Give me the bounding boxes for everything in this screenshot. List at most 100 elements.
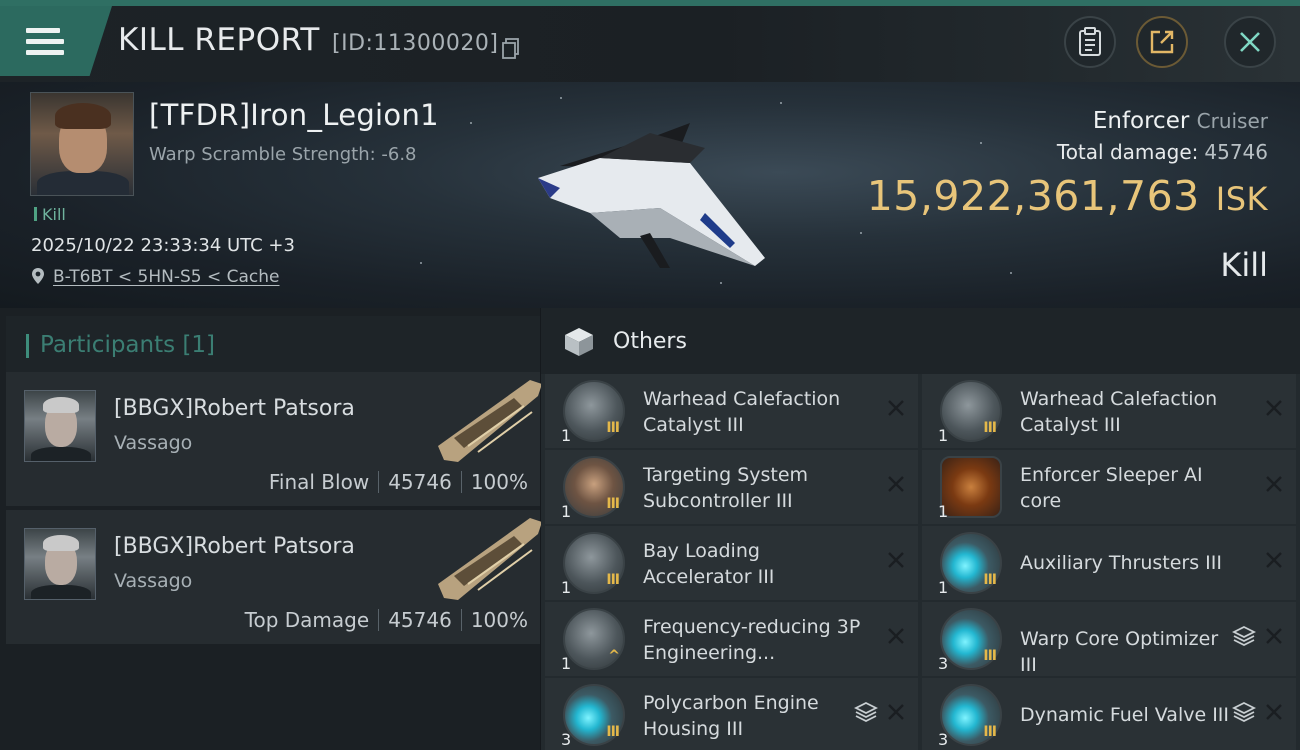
engineering-chip-icon: ^ [563, 608, 625, 670]
tech-rank: III [983, 648, 997, 664]
ai-core-icon [940, 456, 1002, 518]
tech-rank: ^ [608, 648, 620, 664]
item-tile[interactable]: III 3 Dynamic Fuel Valve III [922, 678, 1296, 750]
participants-panel: Participants [1] [BBGX]Robert Patsora Va… [0, 308, 542, 750]
participant-percent: 100% [470, 608, 528, 632]
participant-name: [BBGX]Robert Patsora [114, 534, 355, 559]
warp-scramble-strength: Warp Scramble Strength: -6.8 [149, 144, 417, 165]
total-damage: Total damage: 45746 [1056, 140, 1268, 164]
kill-timestamp: 2025/10/22 23:33:34 UTC +3 [31, 235, 295, 256]
launcher-rig-icon: III [940, 380, 1002, 442]
item-tile[interactable]: III 1 Warhead Calefaction Catalyst III [545, 374, 918, 448]
participant-ship-image [438, 518, 542, 600]
participant-damage: 45746 [388, 470, 452, 494]
victim-ship-image [538, 123, 765, 268]
location-pin-icon [32, 268, 44, 284]
item-name: Warhead Calefaction Catalyst III [643, 388, 841, 436]
launcher-rig-icon: III [563, 380, 625, 442]
tech-rank: III [606, 420, 620, 436]
destroyed-x-icon [1264, 702, 1284, 722]
participant-stats: Final Blow 45746 100% [269, 470, 528, 494]
item-quantity: 1 [561, 426, 572, 445]
tech-rank: III [983, 572, 997, 588]
ship-class: Cruiser [1196, 109, 1268, 133]
isk-value: 15,922,361,763 ISK [866, 172, 1268, 220]
item-quantity: 1 [561, 502, 572, 521]
participant-row[interactable]: [BBGX]Robert Patsora Vassago Final Blow 4… [6, 372, 542, 506]
others-header: Others [541, 308, 1300, 374]
item-tile[interactable]: III 1 Bay Loading Accelerator III [545, 526, 918, 600]
item-tile[interactable]: III 1 Auxiliary Thrusters III [922, 526, 1296, 600]
destroyed-x-icon [886, 702, 906, 722]
participant-portrait[interactable] [24, 390, 96, 462]
participants-header[interactable]: Participants [1] [6, 316, 540, 372]
participant-percent: 100% [470, 470, 528, 494]
item-tile[interactable]: ^ 1 Frequency-reducing 3P Engineering... [545, 602, 918, 676]
others-panel: Others III 1 Warhead Calefaction Catalyst … [541, 308, 1300, 750]
participant-ship: Vassago [114, 432, 193, 454]
cube-icon [565, 328, 593, 356]
participant-portrait[interactable] [24, 528, 96, 600]
item-quantity: 3 [938, 654, 949, 673]
kill-result: Kill [1220, 246, 1268, 284]
copy-icon[interactable] [502, 38, 520, 60]
share-button[interactable] [1136, 16, 1188, 68]
others-title: Others [613, 329, 687, 354]
destroyed-x-icon [1264, 626, 1284, 646]
kill-tag: Kill [34, 205, 66, 224]
participant-role: Top Damage [244, 608, 370, 632]
participant-ship: Vassago [114, 570, 193, 592]
close-button[interactable] [1224, 16, 1276, 68]
participants-count: [1] [182, 332, 216, 358]
item-name: Dynamic Fuel Valve III [1020, 704, 1229, 726]
victim-ship-type[interactable]: Enforcer Cruiser [1093, 108, 1268, 134]
participants-title: Participants [40, 332, 176, 358]
destroyed-x-icon [1264, 550, 1284, 570]
close-icon [1240, 32, 1260, 52]
item-tile[interactable]: III 1 Targeting System Subcontroller III [545, 450, 918, 524]
participant-row[interactable]: [BBGX]Robert Patsora Vassago Top Damage 4… [6, 510, 542, 644]
destroyed-x-icon [886, 398, 906, 418]
item-quantity: 1 [938, 426, 949, 445]
participant-role: Final Blow [268, 470, 370, 494]
item-name: Frequency-reducing 3P Engineering... [643, 616, 861, 664]
participant-stats: Top Damage 45746 100% [245, 608, 528, 632]
item-quantity: 1 [938, 502, 949, 521]
header-bar: KILL REPORT [ID:11300020] [0, 6, 1300, 82]
launcher-rig-icon: III [563, 532, 625, 594]
victim-portrait[interactable] [30, 92, 134, 196]
thruster-icon: III [940, 532, 1002, 594]
participant-ship-image [438, 380, 542, 462]
victim-banner: [TFDR]Iron_Legion1 Warp Scramble Strengt… [0, 82, 1300, 308]
page-title: KILL REPORT [118, 22, 320, 58]
item-tile[interactable]: III 1 Warhead Calefaction Catalyst III [922, 374, 1296, 448]
item-tile[interactable]: III 3 Warp Core Optimizer III [922, 602, 1296, 676]
clipboard-button[interactable] [1064, 16, 1116, 68]
destroyed-x-icon [1264, 398, 1284, 418]
location-path[interactable]: B-T6BT < 5HN-S5 < Cache [53, 267, 280, 287]
hamburger-icon [26, 28, 64, 56]
tech-rank: III [606, 724, 620, 740]
share-icon [1150, 30, 1174, 54]
victim-name[interactable]: [TFDR]Iron_Legion1 [149, 98, 439, 132]
stack-icon[interactable] [853, 700, 879, 724]
stack-icon[interactable] [1231, 700, 1257, 724]
item-name: Warhead Calefaction Catalyst III [1020, 388, 1218, 436]
stack-icon[interactable] [1231, 624, 1257, 648]
item-tile[interactable]: III 3 Polycarbon Engine Housing III [545, 678, 918, 750]
item-quantity: 3 [938, 730, 949, 749]
destroyed-x-icon [886, 474, 906, 494]
clipboard-icon [1079, 27, 1101, 56]
item-tile[interactable]: 1 Enforcer Sleeper AI core [922, 450, 1296, 524]
item-name: Targeting System Subcontroller III [643, 464, 809, 512]
participant-name: [BBGX]Robert Patsora [114, 396, 355, 421]
participant-damage: 45746 [388, 608, 452, 632]
tech-rank: III [983, 420, 997, 436]
ship-name: Enforcer [1092, 108, 1190, 134]
menu-button[interactable] [0, 6, 112, 76]
item-name: Enforcer Sleeper AI core [1020, 464, 1203, 512]
thruster-icon: III [563, 684, 625, 746]
thruster-icon: III [940, 684, 1002, 746]
item-name: Warp Core Optimizer III [1020, 628, 1219, 676]
kill-location[interactable]: B-T6BT < 5HN-S5 < Cache [31, 267, 280, 287]
